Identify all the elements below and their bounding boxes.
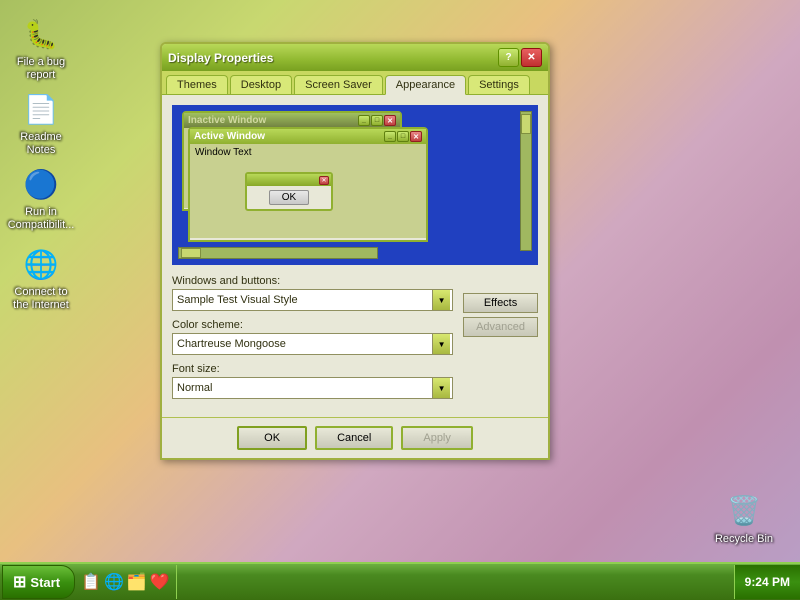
color-scheme-value: Chartreuse Mongoose [175,338,432,350]
recycle-bin-icon: 🗑️ [724,491,764,531]
dialog-tabs: Themes Desktop Screen Saver Appearance S… [162,71,548,94]
font-size-value: Normal [175,382,432,394]
start-button[interactable]: ⊞ Start [2,565,75,599]
font-size-label: Font size: [172,363,453,375]
file-bug-label: File a bug report [9,56,73,82]
desktop-icon-connect[interactable]: 🌐 Connect to the Internet [5,240,77,316]
inactive-min-btn[interactable]: _ [358,115,370,126]
active-titlebar: Active Window _ □ ✕ [190,129,426,144]
display-properties-dialog: Display Properties ? ✕ Themes Desktop Sc… [160,42,550,460]
mini-ok-button[interactable]: OK [269,190,309,205]
desktop-icon-recycle-bin[interactable]: 🗑️ Recycle Bin [708,487,780,550]
dialog-titlebar: Display Properties ? ✕ [162,44,548,71]
color-scheme-group: Color scheme: Chartreuse Mongoose ▼ [172,319,453,355]
form-col-left: Windows and buttons: Sample Test Visual … [172,275,453,407]
active-content: Window Text ✕ OK [190,144,426,238]
quick-icon-0[interactable]: 📋 [81,572,101,592]
scrollbar-thumb [521,114,531,134]
quick-icon-1[interactable]: 🌐 [104,572,124,592]
active-max-btn[interactable]: □ [397,131,409,142]
font-size-dropdown[interactable]: Normal ▼ [172,377,453,399]
desktop-icon-file-bug[interactable]: 🐛 File a bug report [5,10,77,86]
color-scheme-arrow[interactable]: ▼ [432,334,450,354]
windows-buttons-dropdown[interactable]: Sample Test Visual Style ▼ [172,289,453,311]
mini-dialog-body: OK [247,186,331,209]
mini-dialog-titlebar: ✕ [247,174,331,186]
cancel-button[interactable]: Cancel [315,426,393,450]
windows-buttons-label: Windows and buttons: [172,275,453,287]
windows-buttons-group: Windows and buttons: Sample Test Visual … [172,275,453,311]
tab-appearance[interactable]: Appearance [385,75,466,95]
desktop-icon-run-compat[interactable]: 🔵 Run in Compatibilit... [5,160,77,236]
hscrollbar-thumb [181,248,201,258]
tab-themes[interactable]: Themes [166,75,228,94]
readme-icon: 📄 [21,89,61,129]
recycle-bin-label: Recycle Bin [715,533,773,546]
tab-settings[interactable]: Settings [468,75,530,94]
windows-buttons-arrow[interactable]: ▼ [432,290,450,310]
connect-icon: 🌐 [21,244,61,284]
run-compat-icon: 🔵 [21,164,61,204]
active-window: Active Window _ □ ✕ Window Text ✕ [188,127,428,242]
taskbar-tray: 9:24 PM [734,565,800,599]
color-scheme-dropdown[interactable]: Chartreuse Mongoose ▼ [172,333,453,355]
font-size-group: Font size: Normal ▼ [172,363,453,399]
dialog-title: Display Properties [168,51,273,65]
font-size-arrow[interactable]: ▼ [432,378,450,398]
active-close-btn[interactable]: ✕ [410,131,422,142]
connect-label: Connect to the Internet [9,286,73,312]
taskbar: ⊞ Start 📋 🌐 🗂️ ❤️ 9:24 PM [0,562,800,600]
start-label: Start [30,575,60,590]
quick-icon-3[interactable]: ❤️ [150,572,170,592]
preview-scrollbar[interactable] [520,111,532,251]
inactive-titlebar: Inactive Window _ □ ✕ [184,113,400,128]
tab-screensaver[interactable]: Screen Saver [294,75,383,94]
inactive-controls: _ □ ✕ [358,115,396,126]
close-button[interactable]: ✕ [521,48,542,67]
mini-dialog: ✕ OK [245,172,333,211]
form-row-main: Windows and buttons: Sample Test Visual … [172,275,538,407]
help-button[interactable]: ? [498,48,519,67]
ok-button[interactable]: OK [237,426,307,450]
titlebar-controls: ? ✕ [498,48,542,67]
windows-buttons-value: Sample Test Visual Style [175,294,432,306]
form-area: Windows and buttons: Sample Test Visual … [172,275,538,407]
active-controls: _ □ ✕ [384,131,422,142]
inactive-max-btn[interactable]: □ [371,115,383,126]
windows-logo-icon: ⊞ [13,572,26,592]
form-col-right: Effects Advanced [463,275,538,337]
file-bug-icon: 🐛 [21,14,61,54]
dialog-footer: OK Cancel Apply [162,417,548,458]
tab-desktop[interactable]: Desktop [230,75,292,94]
desktop-icon-readme[interactable]: 📄 Readme Notes [5,85,77,161]
taskbar-quick-launch: 📋 🌐 🗂️ ❤️ [75,565,177,599]
preview-area: Inactive Window _ □ ✕ Active Window _ □ [172,105,538,265]
preview-hscrollbar[interactable] [178,247,378,259]
advanced-button[interactable]: Advanced [463,317,538,337]
inactive-close-btn[interactable]: ✕ [384,115,396,126]
color-scheme-label: Color scheme: [172,319,453,331]
apply-button[interactable]: Apply [401,426,473,450]
dialog-content: Inactive Window _ □ ✕ Active Window _ □ [162,94,548,417]
mini-dialog-close[interactable]: ✕ [319,176,329,185]
effects-button[interactable]: Effects [463,293,538,313]
run-compat-label: Run in Compatibilit... [8,206,75,232]
quick-icon-2[interactable]: 🗂️ [127,572,147,592]
clock: 9:24 PM [745,575,790,589]
active-min-btn[interactable]: _ [384,131,396,142]
readme-label: Readme Notes [9,131,73,157]
